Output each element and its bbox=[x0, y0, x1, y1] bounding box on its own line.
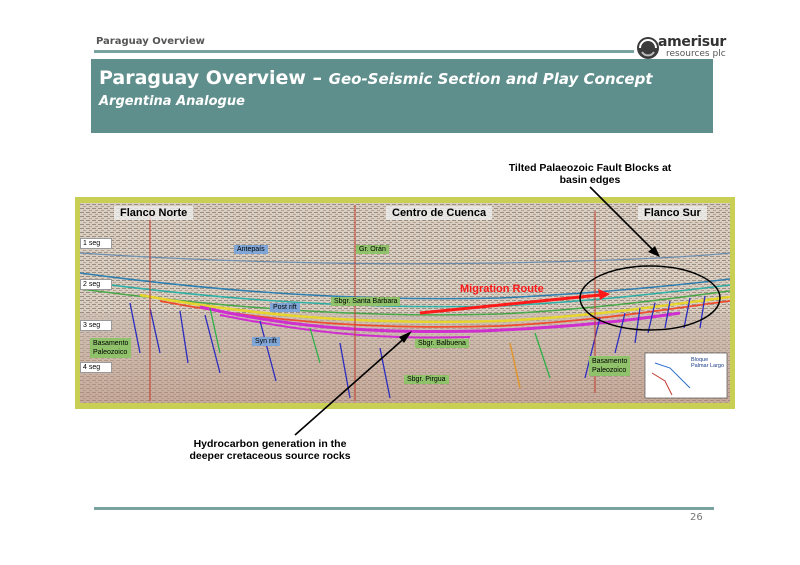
title-line2: Argentina Analogue bbox=[99, 94, 245, 109]
label-antepais: Antepaís bbox=[234, 245, 268, 254]
inset-map-label: Bloque Palmar Largo bbox=[688, 356, 727, 370]
label-sbgr-santa-barbara: Sbgr. Santa Bárbara bbox=[331, 297, 401, 306]
label-post-rift: Post rift bbox=[270, 303, 300, 312]
section-label: Paraguay Overview bbox=[96, 36, 205, 47]
footer-divider bbox=[94, 507, 714, 510]
label-sbgr-balbuena: Sbgr. Balbuena bbox=[415, 339, 469, 348]
time-tick-4: 4 seg bbox=[80, 362, 112, 373]
title-dash: – bbox=[305, 67, 329, 89]
label-basamento-right-line1: Basamento bbox=[592, 358, 628, 365]
region-flanco-sur: Flanco Sur bbox=[638, 206, 707, 220]
callout-hydrocarbon: Hydrocarbon generation in the deeper cre… bbox=[170, 438, 370, 462]
region-flanco-norte: Flanco Norte bbox=[114, 206, 194, 220]
header-divider bbox=[94, 50, 634, 53]
label-basamento-left-line1: Basamento bbox=[93, 340, 129, 347]
time-tick-3: 3 seg bbox=[80, 320, 112, 331]
time-tick-2: 2 seg bbox=[80, 279, 112, 290]
callout-hydrocarbon-line2: deeper cretaceous source rocks bbox=[189, 450, 351, 462]
callout-fault-blocks: Tilted Palaeozoic Fault Blocks at basin … bbox=[500, 162, 680, 186]
logo-name: amerisur bbox=[658, 34, 727, 50]
slide-title: Paraguay Overview – Geo-Seismic Section … bbox=[99, 67, 653, 89]
seismic-section-image bbox=[80, 203, 730, 403]
callout-fault-blocks-line2: basin edges bbox=[559, 174, 621, 186]
page-number: 26 bbox=[690, 512, 703, 523]
label-gr-oran: Gr. Orán bbox=[356, 245, 389, 254]
inset-map-label-line2: Palmar Largo bbox=[691, 363, 725, 369]
label-basamento-right-line2: Paleozoico bbox=[592, 367, 627, 374]
callout-fault-blocks-line1: Tilted Palaeozoic Fault Blocks at bbox=[508, 162, 672, 174]
time-tick-1: 1 seg bbox=[80, 238, 112, 249]
region-centro-de-cuenca: Centro de Cuenca bbox=[386, 206, 493, 220]
title-band: Paraguay Overview – Geo-Seismic Section … bbox=[91, 59, 713, 133]
title-subtitle: Geo-Seismic Section and Play Concept bbox=[328, 70, 653, 88]
label-migration-route: Migration Route bbox=[460, 283, 544, 295]
label-basamento-left: Basamento Paleozoico bbox=[90, 338, 132, 358]
label-syn-rift: Syn rift bbox=[252, 337, 280, 346]
label-sbgr-pirgua: Sbgr. Pirgua bbox=[404, 375, 449, 384]
label-basamento-right: Basamento Paleozoico bbox=[589, 356, 631, 376]
logo-mark-icon bbox=[637, 37, 659, 59]
callout-hydrocarbon-line1: Hydrocarbon generation in the bbox=[193, 438, 347, 450]
logo-subtitle: resources plc bbox=[666, 49, 726, 59]
title-main: Paraguay Overview bbox=[99, 67, 306, 89]
label-basamento-left-line2: Paleozoico bbox=[93, 349, 128, 356]
